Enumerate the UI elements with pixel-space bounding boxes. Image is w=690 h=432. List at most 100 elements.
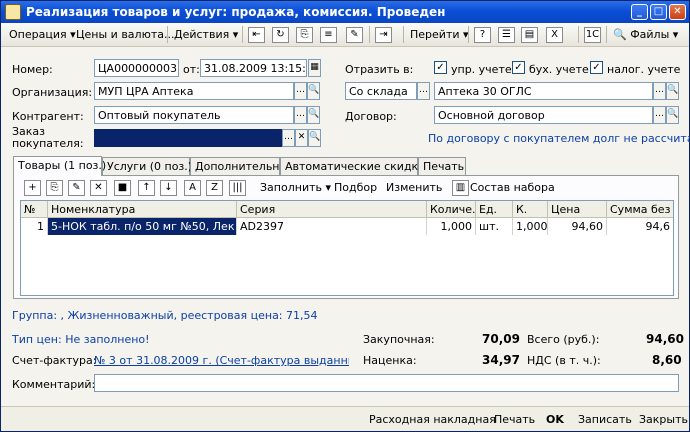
contractor-field[interactable]: Оптовый покупатель [94,106,294,124]
copy-row-icon[interactable]: ⎘ [46,180,63,196]
maximize-button[interactable]: □ [650,4,667,20]
tab-services[interactable]: Услуги (0 поз.) [102,157,192,176]
window-title: Реализация товаров и услуг: продажа, ком… [26,5,446,19]
fill-menu[interactable]: Заполнить ▾ [260,181,331,194]
table-cell[interactable]: 94,6 [607,218,673,235]
settings-icon[interactable]: 1C [584,27,601,43]
sort-asc-icon[interactable]: A [184,180,201,196]
files-menu[interactable]: 🔍 Файлы ▾ [613,28,678,41]
contractor-open-icon[interactable]: 🔍 [307,106,320,124]
tab-auto-discounts[interactable]: Автоматические скидки [280,157,425,176]
operation-menu[interactable]: Операция ▾ [9,28,76,41]
order-clear-icon[interactable]: ✕ [295,129,308,147]
barcode-icon[interactable]: ||| [229,180,246,196]
order-field[interactable] [94,129,282,147]
help-icon[interactable]: ? [474,27,491,43]
invoice-link[interactable]: № 3 от 31.08.2009 г. (Счет-фактура выдан… [94,354,349,367]
reflect-tax-label: налог. учете [607,63,681,76]
kit-icon[interactable]: ▥ [452,180,469,196]
copy-icon[interactable]: ⎘ [296,27,313,43]
select-button[interactable]: Подбор [334,181,377,194]
total-label: Всего (руб.): [527,333,600,346]
move-down-icon[interactable]: ↓ [160,180,177,196]
reflect-mgmt-checkbox[interactable]: ✓ [434,61,447,74]
contract-select-button[interactable]: … [653,106,666,124]
post-icon[interactable]: ✎ [346,27,363,43]
document-window: Реализация товаров и услуг: продажа, ком… [0,0,690,432]
tab-additional[interactable]: Дополнительно [190,157,286,176]
col-header-sum[interactable]: Сумма без с [607,201,673,218]
document-icon [5,4,21,20]
col-header-coef[interactable]: К. [513,201,548,218]
table-cell[interactable]: 1,000 [513,218,548,235]
warehouse-field[interactable]: Аптека 30 ОГЛС [434,82,653,100]
total-value: 94,60 [646,332,684,346]
col-header-unit[interactable]: Ед. [476,201,513,218]
col-header-series[interactable]: Серия [237,201,427,218]
reflect-tax-checkbox[interactable]: ✓ [590,61,603,74]
reflect-acc-checkbox[interactable]: ✓ [512,61,525,74]
col-header-num[interactable]: № [21,201,48,218]
xml-icon[interactable]: X [546,27,563,43]
markup-label: Наценка: [363,354,417,367]
col-header-item[interactable]: Номенклатура [48,201,237,218]
table-cell[interactable]: 1,000 [427,218,476,235]
close-form-button[interactable]: Закрыть [639,413,688,426]
tab-print[interactable]: Печать [418,157,466,176]
table-cell[interactable]: 94,60 [548,218,607,235]
contractor-select-button[interactable]: … [294,106,307,124]
table-cell[interactable]: 1 [21,218,48,235]
org-open-icon[interactable]: 🔍 [307,82,320,100]
tab-goods[interactable]: Товары (1 поз.) [13,156,106,176]
warehouse-select-button[interactable]: … [653,82,666,100]
change-button[interactable]: Изменить [386,181,442,194]
post-row-icon[interactable]: ■ [114,180,131,196]
add-row-icon[interactable]: + [24,180,41,196]
contract-open-icon[interactable]: 🔍 [666,106,679,124]
comment-field[interactable] [94,374,679,392]
table-cell[interactable]: AD2397 [237,218,427,235]
goods-table[interactable]: № Номенклатура Серия Количе... Ед. К. Це… [20,200,674,296]
actions-menu[interactable]: Действия ▾ [174,28,238,41]
report-icon[interactable]: ▤ [521,27,538,43]
print-button[interactable]: Печать [494,413,535,426]
delete-row-icon[interactable]: ✕ [90,180,107,196]
order-select-button[interactable]: … [282,129,295,147]
price-type-link[interactable]: Тип цен: Не заполнено! [12,333,150,346]
group-info: Группа: , Жизненноважный, реестровая цен… [12,309,318,322]
prices-button[interactable]: Цены и валюта... [76,28,174,41]
invoice-label: Счет-фактура: [12,354,97,367]
move-up-icon[interactable]: ↑ [138,180,155,196]
kit-button[interactable]: Состав набора [470,181,555,194]
calendar-icon[interactable]: ▦ [308,59,321,77]
order-open-icon[interactable]: 🔍 [308,129,321,147]
org-select-button[interactable]: … [294,82,307,100]
sort-desc-icon[interactable]: Z [206,180,223,196]
org-field[interactable]: МУП ЦРА Аптека [94,82,294,100]
list-icon[interactable]: ☰ [498,27,515,43]
table-cell[interactable]: 5-НОК табл. п/о 50 мг №50, Лек д... [48,218,237,235]
contract-debt-link[interactable]: По договору с покупателем долг не рассчи… [428,132,690,145]
structure-icon[interactable]: ⇥ [375,27,392,43]
table-cell[interactable]: шт. [476,218,513,235]
contract-field[interactable]: Основной договор [434,106,653,124]
edit-row-icon[interactable]: ✎ [68,180,85,196]
date-label: от: [183,63,200,76]
refresh-icon[interactable]: ↻ [272,27,289,43]
warehouse-open-icon[interactable]: 🔍 [666,82,679,100]
prev-icon[interactable]: ⇤ [248,27,265,43]
minimize-button[interactable]: _ [631,4,648,20]
journal-icon[interactable]: ≡ [320,27,337,43]
goto-menu[interactable]: Перейти ▾ [410,28,469,41]
col-header-qty[interactable]: Количе... [427,201,476,218]
waybill-button[interactable]: Расходная накладная [369,413,496,426]
warehouse-mode-field[interactable]: Со склада [345,82,417,100]
ok-button[interactable]: OK [546,413,564,426]
warehouse-mode-button[interactable]: … [417,82,430,100]
save-button[interactable]: Записать [578,413,632,426]
date-field[interactable]: 31.08.2009 13:15:14 [200,59,307,77]
col-header-price[interactable]: Цена [548,201,607,218]
main-toolbar: Операция ▾ Цены и валюта... Действия ▾ ⇤… [1,23,689,47]
number-field[interactable]: ЦА000000003 [94,59,179,77]
close-button[interactable]: ✕ [669,4,686,20]
